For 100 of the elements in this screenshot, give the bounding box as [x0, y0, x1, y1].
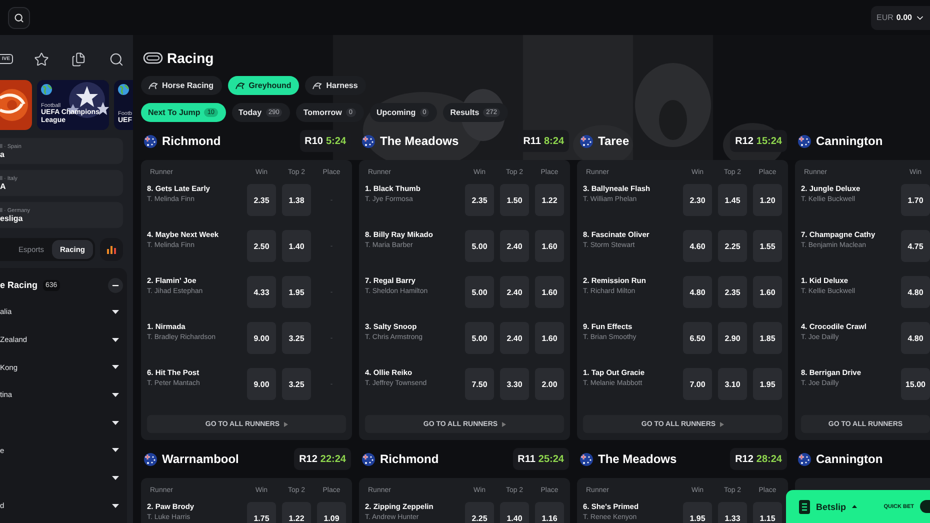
odds-button[interactable]: 1.75	[247, 502, 276, 523]
flag-icon	[362, 134, 375, 148]
odds-button[interactable]: 1.38	[282, 184, 311, 216]
odds-button[interactable]: 4.80	[683, 276, 712, 308]
odds-button[interactable]: 15.00	[901, 368, 930, 400]
odds-button[interactable]: 2.50	[247, 230, 276, 262]
odds-button[interactable]: 1.45	[718, 184, 747, 216]
odds-button[interactable]: 5.00	[465, 322, 494, 354]
odds-button[interactable]: 1.16	[535, 502, 564, 523]
betslip-icon	[799, 500, 810, 514]
odds-button[interactable]: 2.40	[500, 322, 529, 354]
odds-button[interactable]: 1.40	[282, 230, 311, 262]
odds-button[interactable]: 7.00	[683, 368, 712, 400]
odds-button[interactable]: 9.00	[247, 368, 276, 400]
arrow-icon	[720, 422, 724, 426]
caret-icon[interactable]	[112, 420, 119, 425]
caret-icon[interactable]	[112, 338, 119, 342]
caret-icon[interactable]	[112, 310, 119, 314]
odds-button[interactable]: 1.55	[753, 230, 782, 262]
caret-icon[interactable]	[112, 476, 119, 480]
venue-name: Richmond	[162, 134, 221, 148]
odds-button[interactable]: 4.80	[901, 322, 930, 354]
caret-icon[interactable]	[112, 392, 119, 397]
race-number: R12	[735, 136, 754, 146]
odds-button[interactable]: 2.35	[465, 184, 494, 216]
race-time: 22:24	[320, 454, 346, 464]
odds-button[interactable]: 3.25	[282, 322, 311, 354]
caret-icon[interactable]	[112, 448, 119, 452]
section-title: e Racing	[0, 280, 38, 290]
odds-button[interactable]: 2.35	[247, 184, 276, 216]
odds-button[interactable]: 1.40	[500, 502, 529, 523]
caret-icon[interactable]	[112, 365, 119, 370]
odds-button[interactable]: 1.22	[535, 184, 564, 216]
odds-button[interactable]: 1.60	[535, 276, 564, 308]
venue-name: Taree	[598, 134, 630, 148]
featured-card[interactable]	[0, 80, 32, 130]
collapse-button[interactable]	[108, 278, 123, 292]
caret-icon[interactable]	[112, 504, 119, 508]
betslip-label: Betslip	[816, 502, 846, 512]
odds-button[interactable]: 1.70	[901, 184, 930, 216]
race-number: R12	[299, 454, 318, 464]
quick-bet-toggle[interactable]	[920, 500, 930, 513]
odds-button[interactable]: 1.95	[753, 368, 782, 400]
odds-button[interactable]: 2.40	[500, 230, 529, 262]
flag-icon	[798, 452, 811, 466]
odds-button[interactable]: 7.50	[465, 368, 494, 400]
chart-icon	[107, 246, 116, 254]
odds-button[interactable]: 1.60	[753, 276, 782, 308]
race-number: R12	[735, 454, 754, 464]
odds-button[interactable]: 4.75	[901, 230, 930, 262]
odds-button[interactable]: 2.90	[718, 322, 747, 354]
race-time: 15:24	[756, 136, 782, 146]
odds-button[interactable]: 1.95	[683, 502, 712, 523]
category-tab[interactable]: Harness	[305, 76, 366, 95]
star-icon[interactable]	[32, 50, 50, 68]
odds-button[interactable]: 4.60	[683, 230, 712, 262]
search-button[interactable]	[8, 6, 30, 28]
odds-button[interactable]: 2.35	[718, 276, 747, 308]
odds-button[interactable]: 2.40	[500, 276, 529, 308]
race-number: R10	[304, 136, 323, 146]
odds-button[interactable]: 1.15	[753, 502, 782, 523]
odds-button[interactable]: 1.60	[535, 322, 564, 354]
venue-name: The Meadows	[598, 452, 677, 466]
odds-button[interactable]: 4.80	[901, 276, 930, 308]
odds-button[interactable]: 1.33	[718, 502, 747, 523]
balance-dropdown[interactable]: EUR 0.00	[870, 6, 930, 30]
odds-button[interactable]: 1.09	[317, 502, 346, 523]
globe-icon	[118, 84, 129, 95]
page-title: Racing	[167, 50, 214, 66]
odds-button[interactable]: 1.50	[500, 184, 529, 216]
race-time: 28:24	[756, 454, 782, 464]
odds-button[interactable]: 2.25	[718, 230, 747, 262]
odds-button[interactable]: 3.30	[500, 368, 529, 400]
odds-button[interactable]: 4.33	[247, 276, 276, 308]
caret-icon	[852, 505, 858, 508]
race-time: 5:24	[326, 136, 346, 146]
stats-button[interactable]	[100, 238, 123, 261]
odds-button[interactable]: 5.00	[465, 230, 494, 262]
arrow-icon	[284, 422, 288, 426]
odds-button[interactable]: 1.22	[282, 502, 311, 523]
race-number: R11	[523, 136, 541, 146]
odds-button[interactable]: 3.10	[718, 368, 747, 400]
odds-button[interactable]: 1.20	[753, 184, 782, 216]
odds-button[interactable]: 6.50	[683, 322, 712, 354]
league-name: A	[0, 182, 7, 190]
odds-button[interactable]: 2.25	[465, 502, 494, 523]
odds-button[interactable]: 1.95	[282, 276, 311, 308]
race-time: 8:24	[544, 136, 564, 146]
odds-button[interactable]: 1.60	[535, 230, 564, 262]
odds-button[interactable]: 2.30	[683, 184, 712, 216]
odds-button[interactable]: 5.00	[465, 276, 494, 308]
flag-icon	[362, 452, 375, 466]
odds-button[interactable]: 2.00	[535, 368, 564, 400]
odds-button[interactable]: 1.85	[753, 322, 782, 354]
league-name: esliga	[0, 214, 24, 222]
odds-button[interactable]: 3.25	[282, 368, 311, 400]
category-tab[interactable]: Greyhound	[228, 76, 300, 95]
category-tab[interactable]: Horse Racing	[141, 76, 222, 95]
odds-button[interactable]: 9.00	[247, 322, 276, 354]
venue-name: Warrnambool	[162, 452, 239, 466]
